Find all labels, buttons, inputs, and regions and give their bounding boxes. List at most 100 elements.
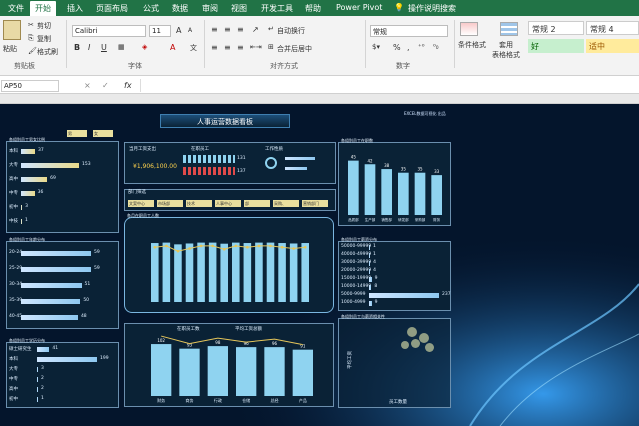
cut-button[interactable]: 剪切 [37,21,51,31]
staff-label: 在职员工 [191,147,209,152]
merge-center-button[interactable]: 合并后居中 [277,44,312,54]
tab-view[interactable]: 视图 [231,3,247,14]
align-bottom-icon[interactable]: ≡ [237,25,244,34]
edu-row-value: 2 [41,386,44,391]
increase-decimal-icon[interactable]: ⁺⁰ [418,43,425,51]
orientation-icon[interactable]: ↗ [252,25,259,34]
indent-icon[interactable]: ⇤⇥ [250,43,262,51]
cell-style-normal-4[interactable]: 常规 4 [586,21,639,35]
salary-row-bar [369,245,370,250]
age-row-value: 48 [80,314,87,319]
percent-button[interactable]: % [393,43,401,52]
font-size-select[interactable]: 11 [149,25,171,37]
formula-input[interactable] [140,79,639,92]
tab-formulas[interactable]: 公式 [143,3,159,14]
align-left-icon[interactable]: ≡ [211,43,218,52]
bottom-bar [179,348,200,396]
tell-me-search[interactable]: 操作说明搜索 [408,3,456,14]
decrease-decimal-icon[interactable]: ⁰₀ [433,43,439,51]
center-point [246,245,249,249]
cell-style-neutral[interactable]: 适中 [586,39,639,53]
underline-button[interactable]: U [101,43,107,52]
gender-row-value: 1 [25,218,28,223]
filter-button[interactable]: 人事中心 [215,200,241,207]
lightbulb-icon: 💡 [394,3,404,12]
edu-panel-title: 各组别员工学历分布 [9,338,45,343]
insert-function-button[interactable]: fx [124,81,132,90]
female-tab[interactable]: 女 [93,130,113,137]
tab-page-layout[interactable]: 页面布局 [96,3,128,14]
gender-row-bar [21,205,23,210]
filter-button[interactable]: 市场部 [157,200,183,207]
format-painter-button[interactable]: 格式刷 [37,47,58,57]
age-row-value: 50 [83,298,90,303]
align-right-icon[interactable]: ≡ [237,43,244,52]
edu-row-bar [37,357,97,362]
cell-style-good[interactable]: 好 [528,39,584,53]
format-as-table-button[interactable]: 套用 表格格式 [492,40,520,60]
bold-button[interactable]: B [74,43,80,52]
filter-button[interactable]: 技术 [186,200,212,207]
dept-bar [381,169,392,215]
wrap-text-button[interactable]: 自动换行 [277,26,305,36]
filter-button[interactable]: 营销部门 [302,200,328,207]
gender-row-bar [21,177,48,182]
dept-bar [414,172,426,215]
salary-row-value: 237 [442,292,451,297]
tab-file[interactable]: 文件 [8,3,24,14]
cancel-button[interactable]: × [84,81,91,90]
tab-home[interactable]: 开始 [30,1,56,16]
filter-button[interactable]: 采购、 [273,200,299,207]
cell-style-normal-2[interactable]: 常规 2 [528,21,584,35]
age-row-value: 59 [94,250,100,255]
tab-power-pivot[interactable]: Power Pivot [336,3,382,12]
comma-button[interactable]: , [407,43,410,52]
shrink-font-button[interactable]: A [188,27,192,34]
paste-button[interactable]: 粘贴 [3,44,17,54]
name-box[interactable]: AP50 [1,80,59,92]
center-point [234,244,238,248]
gender-row-value: 153 [82,162,91,167]
bottom-combo-chart: 102财务93商务98行政96仓储96总经91产品 [151,335,313,403]
edu-row-bar [37,347,50,352]
conditional-format-button[interactable]: 条件格式 [458,40,486,50]
gender-row-label: 中专 [9,191,18,196]
grow-font-button[interactable]: A [176,26,181,35]
copy-button[interactable]: 复制 [37,34,51,44]
fill-color-icon[interactable]: ◈ [142,43,147,51]
brush-icon: 🖌 [28,47,37,55]
border-icon[interactable]: ▦ [118,43,125,51]
font-color-icon[interactable]: A [170,43,175,52]
tab-insert[interactable]: 插入 [67,3,83,14]
tab-help[interactable]: 帮助 [305,3,321,14]
align-top-icon[interactable]: ≡ [211,25,218,34]
enter-button[interactable]: ✓ [102,81,109,90]
font-name-select[interactable]: Calibri [72,25,146,37]
italic-button[interactable]: I [88,43,90,52]
gender-panel-title: 各组别员工男女比例 [9,137,45,142]
payroll-label: 当月工资支出 [129,147,156,152]
tab-data[interactable]: 数据 [172,3,188,14]
edu-row-bar [37,387,38,392]
tab-review[interactable]: 审阅 [202,3,218,14]
number-format-select[interactable]: 常规 [370,25,448,37]
bottom-line [161,335,303,346]
male-tab[interactable]: 男 [67,130,87,137]
bottom-category: 财务 [157,397,165,403]
bottom-value: 98 [215,340,221,345]
salary-panel-title: 各组别员工薪资分布 [341,237,377,242]
align-middle-icon[interactable]: ≡ [224,25,231,34]
filter-button[interactable]: 文案中心 [128,200,154,207]
phonetic-icon[interactable]: 文 [190,43,197,53]
currency-icon[interactable]: $▾ [372,43,380,51]
font-group-label: 字体 [128,62,142,70]
align-center-icon[interactable]: ≡ [224,43,231,52]
wrap-icon: ↵ [268,25,274,33]
dept-category: 销售部 [381,217,392,222]
gender-row-label: 本科 [9,149,18,154]
bottom-category: 仓储 [242,397,250,403]
filter-button[interactable]: 部 [244,200,270,207]
gender-row-label: 高中 [9,177,18,182]
tab-developer[interactable]: 开发工具 [261,3,293,14]
scissors-icon: ✂ [28,21,34,29]
